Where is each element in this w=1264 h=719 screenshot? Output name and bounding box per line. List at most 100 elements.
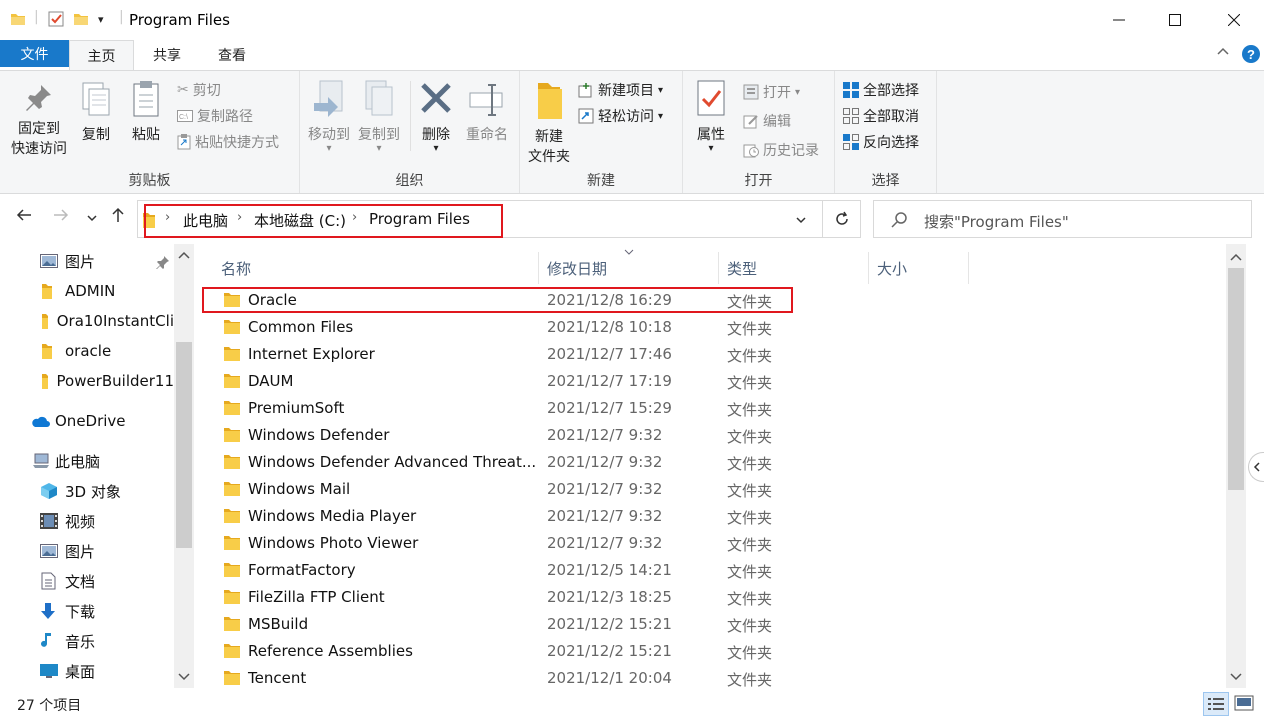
navigation-bar: › 此电脑 › 本地磁盘 (C:) › Program Files 搜索"Pro…	[0, 194, 1264, 244]
sidebar-item-documents[interactable]: 文档	[40, 566, 174, 596]
file-row[interactable]: Windows Media Player 2021/12/7 9:32 文件夹	[222, 503, 862, 530]
properties-icon[interactable]	[48, 11, 64, 31]
properties-button[interactable]: 属性 ▾	[689, 79, 733, 154]
close-button[interactable]	[1205, 0, 1263, 40]
file-row[interactable]: Internet Explorer 2021/12/7 17:46 文件夹	[222, 341, 862, 368]
file-row[interactable]: Windows Defender Advanced Threat... 2021…	[222, 449, 862, 476]
history-icon	[743, 144, 759, 158]
new-folder-icon[interactable]	[73, 11, 89, 31]
sidebar-item-desktop[interactable]: 桌面	[40, 656, 174, 686]
status-bar: 27 个项目	[0, 688, 1264, 719]
file-row[interactable]: Tencent 2021/12/1 20:04 文件夹	[222, 665, 862, 688]
expand-pane-button[interactable]	[1248, 452, 1264, 482]
folder-icon	[224, 401, 240, 415]
scroll-down-icon[interactable]	[1226, 670, 1246, 684]
computer-icon	[33, 453, 49, 468]
copy-button[interactable]: 复制	[76, 81, 116, 145]
breadcrumb-separator-icon[interactable]: ›	[237, 210, 242, 225]
file-row[interactable]: FileZilla FTP Client 2021/12/3 18:25 文件夹	[222, 584, 862, 611]
pin-quick-access-button[interactable]: 固定到 快速访问	[5, 81, 73, 159]
back-button[interactable]	[15, 206, 33, 229]
tab-share[interactable]: 共享	[137, 40, 197, 70]
file-list-scroll-thumb[interactable]	[1228, 268, 1244, 490]
address-bar[interactable]: › 此电脑 › 本地磁盘 (C:) › Program Files	[137, 200, 823, 238]
easy-access-button[interactable]: 轻松访问 ▾	[578, 106, 663, 126]
search-box[interactable]: 搜索"Program Files"	[873, 200, 1252, 238]
minimize-button[interactable]	[1090, 0, 1148, 40]
chevron-down-icon	[87, 215, 97, 222]
edit-button[interactable]: 编辑	[743, 111, 791, 131]
breadcrumb-local-disk[interactable]: 本地磁盘 (C:)	[254, 210, 346, 231]
sidebar-item-3d-objects[interactable]: 3D 对象	[40, 476, 174, 506]
breadcrumb-program-files[interactable]: Program Files	[369, 210, 470, 228]
refresh-button[interactable]	[823, 200, 861, 238]
forward-button[interactable]	[52, 206, 70, 229]
scroll-up-icon[interactable]	[174, 248, 194, 262]
breadcrumb-separator-icon[interactable]: ›	[165, 210, 170, 225]
history-button[interactable]: 历史记录	[743, 140, 819, 160]
column-header-name[interactable]: 名称	[213, 252, 539, 284]
rename-button[interactable]: 重命名	[462, 81, 512, 145]
file-name: Windows Media Player	[248, 507, 417, 525]
new-folder-button[interactable]: 新建 文件夹	[524, 79, 574, 167]
delete-button[interactable]: 删除 ▾	[416, 81, 456, 154]
file-row[interactable]: Oracle 2021/12/8 16:29 文件夹	[222, 287, 862, 314]
sidebar-item-downloads[interactable]: 下载	[40, 596, 174, 626]
large-icons-view-button[interactable]	[1234, 695, 1254, 715]
properties-icon	[697, 80, 725, 116]
select-all-button[interactable]: 全部选择	[843, 80, 919, 100]
paste-shortcut-button[interactable]: 粘贴快捷方式	[177, 132, 279, 152]
file-row[interactable]: Common Files 2021/12/8 10:18 文件夹	[222, 314, 862, 341]
sidebar-item-onedrive[interactable]: OneDrive	[30, 406, 174, 436]
cut-button[interactable]: ✂ 剪切	[177, 80, 221, 100]
select-none-button[interactable]: 全部取消	[843, 106, 919, 126]
file-type: 文件夹	[727, 347, 773, 365]
pin-icon[interactable]	[156, 255, 170, 269]
invert-selection-button[interactable]: 反向选择	[843, 132, 919, 152]
tab-home[interactable]: 主页	[69, 40, 134, 70]
breadcrumb-separator-icon[interactable]: ›	[352, 210, 357, 225]
breadcrumb-this-pc[interactable]: 此电脑	[183, 210, 228, 231]
sidebar-item-pictures-pinned[interactable]: 图片	[40, 246, 174, 276]
file-name: Windows Mail	[248, 480, 351, 498]
file-row[interactable]: Reference Assemblies 2021/12/2 15:21 文件夹	[222, 638, 862, 665]
file-row[interactable]: DAUM 2021/12/7 17:19 文件夹	[222, 368, 862, 395]
sidebar-item-videos[interactable]: 视频	[40, 506, 174, 536]
paste-button[interactable]: 粘贴	[126, 79, 166, 145]
file-row[interactable]: Windows Defender 2021/12/7 9:32 文件夹	[222, 422, 862, 449]
copy-to-button[interactable]: 复制到 ▾	[354, 79, 404, 154]
rename-icon	[469, 84, 503, 116]
move-to-button[interactable]: 移动到 ▾	[304, 79, 354, 154]
recent-locations-button[interactable]	[86, 208, 98, 229]
help-icon[interactable]: ?	[1241, 44, 1261, 68]
customize-dropdown-icon[interactable]: ▾	[98, 13, 104, 26]
sidebar-item-ora10instantclient[interactable]: Ora10InstantCli	[40, 306, 174, 336]
copy-path-button[interactable]: C:\ 复制路径	[177, 106, 253, 126]
column-header-size[interactable]: 大小	[869, 252, 969, 284]
file-row[interactable]: Windows Photo Viewer 2021/12/7 9:32 文件夹	[222, 530, 862, 557]
sidebar-item-music[interactable]: 音乐	[40, 626, 174, 656]
sidebar-scroll-thumb[interactable]	[176, 342, 192, 548]
sidebar-item-this-pc[interactable]: 此电脑	[32, 446, 174, 476]
file-row[interactable]: MSBuild 2021/12/2 15:21 文件夹	[222, 611, 862, 638]
file-row[interactable]: FormatFactory 2021/12/5 14:21 文件夹	[222, 557, 862, 584]
details-view-button[interactable]	[1203, 692, 1229, 716]
open-button[interactable]: 打开 ▾	[743, 82, 800, 102]
tab-file[interactable]: 文件	[0, 40, 69, 67]
sidebar-item-powerbuilder[interactable]: PowerBuilder11	[40, 366, 174, 396]
column-header-type[interactable]: 类型	[719, 252, 869, 284]
address-history-dropdown[interactable]	[795, 214, 807, 230]
tab-view[interactable]: 查看	[202, 40, 262, 70]
file-row[interactable]: Windows Mail 2021/12/7 9:32 文件夹	[222, 476, 862, 503]
scroll-down-icon[interactable]	[174, 670, 194, 684]
sidebar-item-oracle[interactable]: oracle	[40, 336, 174, 366]
search-input[interactable]: 搜索"Program Files"	[924, 211, 1069, 232]
sidebar-item-pictures[interactable]: 图片	[40, 536, 174, 566]
new-item-button[interactable]: 新建项目 ▾	[578, 80, 663, 100]
sidebar-item-admin[interactable]: ADMIN	[40, 276, 174, 306]
scroll-up-icon[interactable]	[1226, 250, 1246, 264]
collapse-ribbon-icon[interactable]	[1216, 44, 1230, 62]
maximize-button[interactable]	[1146, 0, 1204, 40]
up-button[interactable]	[109, 206, 127, 229]
file-row[interactable]: PremiumSoft 2021/12/7 15:29 文件夹	[222, 395, 862, 422]
